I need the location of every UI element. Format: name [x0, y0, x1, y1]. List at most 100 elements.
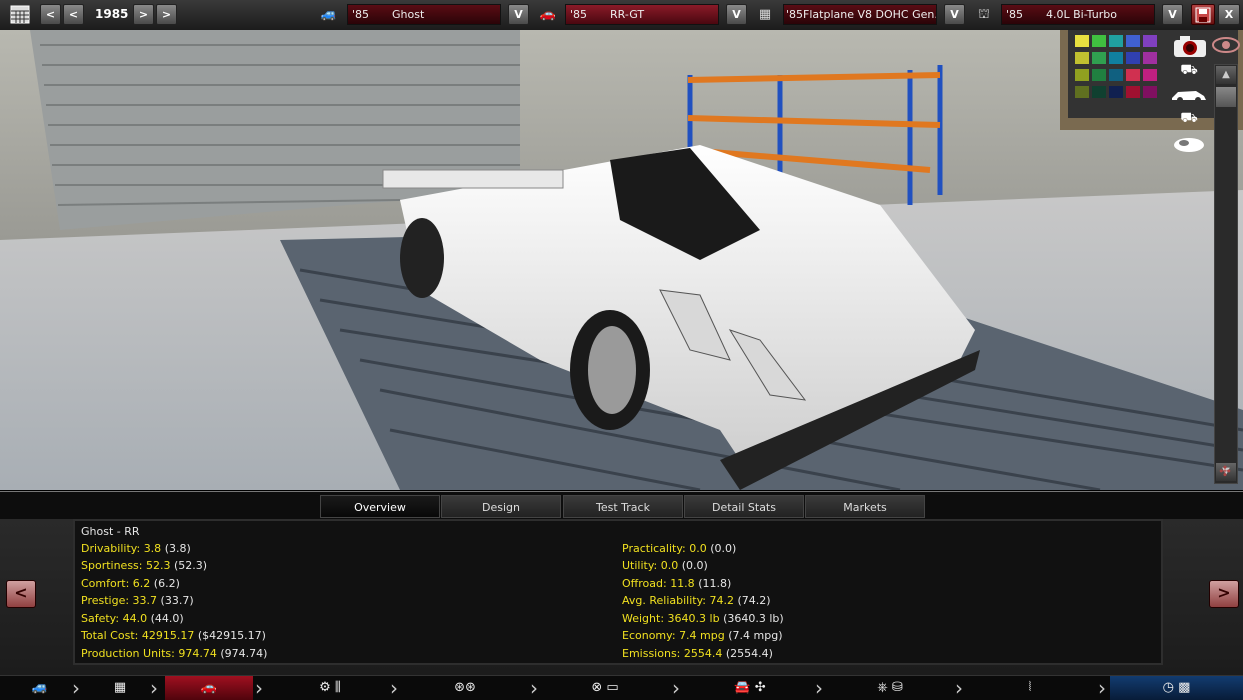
stat-sub: (7.4 mpg) — [728, 629, 783, 642]
stat-total-cost: Total Cost: 42915.17 ($42915.17) — [81, 627, 266, 644]
stat-practicality: Practicality: 0.0 (0.0) — [622, 540, 736, 557]
step-engine-icon[interactable]: ⚙ ⫼ — [290, 676, 370, 700]
tab-overview[interactable]: Overview — [320, 495, 440, 518]
tab-bar: Overview Design Test Track Detail Stats … — [0, 491, 1243, 520]
chevron-right-icon: › — [390, 676, 398, 700]
view-scrollbar[interactable]: ▲ ▼ — [1214, 64, 1238, 484]
scroll-thumb[interactable] — [1216, 87, 1236, 107]
stat-label: Practicality: — [622, 542, 686, 555]
stat-economy: Economy: 7.4 mpg (7.4 mpg) — [622, 627, 783, 644]
rotate-icon[interactable]: ✣ — [1212, 464, 1238, 484]
stat-label: Utility: — [622, 559, 658, 572]
stat-value: 74.2 — [709, 594, 735, 607]
year-next-button-2[interactable]: > — [156, 4, 177, 25]
stat-label: Safety: — [81, 612, 120, 625]
top-view-icon[interactable] — [1172, 134, 1206, 154]
step-wheels-icon[interactable]: ⊛⊛ — [430, 676, 500, 700]
chevron-right-icon: › — [815, 676, 823, 700]
stat-value: 52.3 — [146, 559, 171, 572]
stat-sub: (52.3) — [174, 559, 208, 572]
step-brakes-icon[interactable]: ⊗ ▭ — [570, 676, 640, 700]
camera-icon[interactable] — [1172, 34, 1208, 58]
stat-sub: (974.74) — [220, 647, 268, 660]
trim-name: RR-GT — [610, 8, 645, 21]
car-model-dropdown-button[interactable]: V — [508, 4, 529, 25]
engine-icon: ▦ — [758, 7, 772, 22]
stat-value: 3640.3 lb — [667, 612, 720, 625]
engine-variant-name: 4.0L Bi-Turbo — [1046, 8, 1117, 21]
workflow-bar: 🚙 › ▦ › 🚗 › ⚙ ⫼ › ⊛⊛ › ⊗ ▭ › 🚘 ✣ › ⎈ ⛁ ›… — [0, 675, 1243, 700]
engine-variant-year: '85 — [1006, 8, 1024, 21]
chevron-right-icon: › — [150, 676, 158, 700]
year-next-button[interactable]: > — [133, 4, 154, 25]
car-3d-viewport[interactable]: ⛟ ⛟ ▲ ▼ ✣ — [0, 30, 1243, 490]
stat-value: 6.2 — [132, 577, 151, 590]
turbo-icon: ⛫ — [978, 7, 990, 22]
save-icon[interactable] — [1191, 4, 1215, 25]
side-view-icon[interactable] — [1170, 86, 1208, 104]
stat-label: Emissions: — [622, 647, 681, 660]
stat-weight: Weight: 3640.3 lb (3640.3 lb) — [622, 610, 784, 627]
car-model-year: '85 — [352, 8, 370, 21]
stat-production-units: Production Units: 974.74 (974.74) — [81, 645, 267, 662]
stat-drivability: Drivability: 3.8 (3.8) — [81, 540, 191, 557]
close-button[interactable]: X — [1218, 4, 1240, 25]
step-chassis-icon[interactable]: ▦ — [90, 676, 150, 700]
stats-title: Ghost - RR — [81, 525, 140, 538]
engine-family-field[interactable]: '85Flatplane V8 DOHC Gen. 1 — [783, 4, 937, 25]
engine-family-dropdown-button[interactable]: V — [944, 4, 965, 25]
stat-label: Weight: — [622, 612, 665, 625]
chevron-right-icon: › — [530, 676, 538, 700]
trim-field[interactable]: '85 RR-GT — [565, 4, 719, 25]
stat-sub: ($42915.17) — [197, 629, 266, 642]
trim-dropdown-button[interactable]: V — [726, 4, 747, 25]
eye-icon[interactable] — [1212, 36, 1240, 54]
engine-variant-dropdown-button[interactable]: V — [1162, 4, 1183, 25]
garage-scene — [0, 30, 1243, 490]
stat-sub: (74.2) — [737, 594, 771, 607]
step-trim-icon[interactable]: 🚗 — [165, 676, 253, 700]
stat-avg-reliability: Avg. Reliability: 74.2 (74.2) — [622, 592, 771, 609]
step-finish-icon[interactable]: ◷ ▩ — [1110, 676, 1243, 700]
tab-detail-stats[interactable]: Detail Stats — [684, 495, 804, 518]
stat-value: 44.0 — [122, 612, 148, 625]
year-prev-button-2[interactable]: < — [63, 4, 84, 25]
stat-label: Drivability: — [81, 542, 141, 555]
calendar-icon[interactable] — [8, 4, 32, 25]
stat-sub: (33.7) — [160, 594, 194, 607]
stat-value: 3.8 — [143, 542, 162, 555]
engine-variant-field[interactable]: '85 4.0L Bi-Turbo — [1001, 4, 1155, 25]
stat-value: 7.4 mpg — [679, 629, 725, 642]
stat-value: 2554.4 — [683, 647, 723, 660]
step-aero-icon[interactable]: 🚘 ✣ — [700, 676, 800, 700]
step-model-icon[interactable]: 🚙 — [10, 676, 70, 700]
engine-family-year: '85 — [786, 8, 804, 21]
stat-label: Sportiness: — [81, 559, 143, 572]
scroll-up-button[interactable]: ▲ — [1216, 66, 1236, 84]
stat-label: Avg. Reliability: — [622, 594, 707, 607]
tab-design[interactable]: Design — [441, 495, 561, 518]
prev-car-button[interactable]: < — [6, 580, 36, 608]
top-toolbar: < < 1985 > > 🚙 '85 Ghost V 🚗 '85 RR-GT V ▦… — [0, 0, 1243, 31]
stat-value: 0.0 — [660, 559, 679, 572]
stat-comfort: Comfort: 6.2 (6.2) — [81, 575, 180, 592]
year-prev-button[interactable]: < — [40, 4, 61, 25]
next-car-button[interactable]: > — [1209, 580, 1239, 608]
rear-view-icon[interactable]: ⛟ — [1176, 110, 1202, 128]
tab-test-track[interactable]: Test Track — [563, 495, 683, 518]
step-interior-icon[interactable]: ⎈ ⛁ — [855, 676, 925, 700]
stat-offroad: Offroad: 11.8 (11.8) — [622, 575, 731, 592]
trim-icon: 🚗 — [539, 7, 557, 22]
year-display: 1985 — [95, 7, 129, 21]
stat-sub: (6.2) — [153, 577, 180, 590]
step-suspension-icon[interactable]: ⦚ — [1000, 676, 1060, 700]
stat-utility: Utility: 0.0 (0.0) — [622, 557, 708, 574]
stat-sportiness: Sportiness: 52.3 (52.3) — [81, 557, 207, 574]
stat-label: Production Units: — [81, 647, 175, 660]
stat-sub: (0.0) — [710, 542, 737, 555]
car-model-field[interactable]: '85 Ghost — [347, 4, 501, 25]
tab-markets[interactable]: Markets — [805, 495, 925, 518]
stat-value: 0.0 — [689, 542, 707, 555]
chevron-right-icon: › — [72, 676, 80, 700]
front-view-icon[interactable]: ⛟ — [1176, 62, 1202, 80]
